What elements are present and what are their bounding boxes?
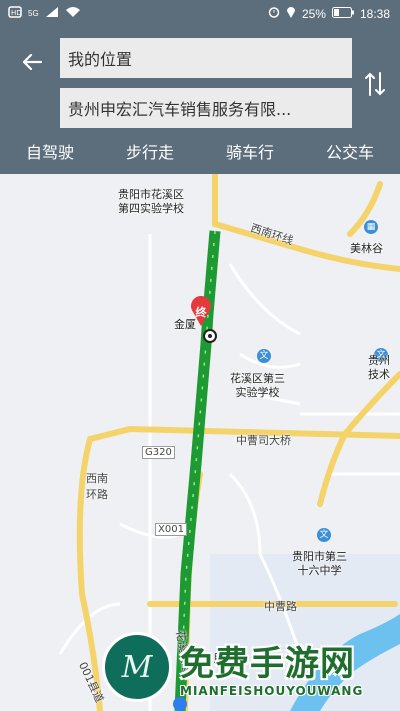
poi-meilingu: 美林谷: [350, 242, 383, 255]
location-icon: [286, 6, 296, 21]
swap-locations-button[interactable]: [360, 68, 390, 100]
destination-input[interactable]: 贵州申宏汇汽车销售服务有限...: [60, 88, 352, 128]
tab-driving[interactable]: 自驾驶: [0, 138, 100, 174]
tab-cycling[interactable]: 骑车行: [200, 138, 300, 174]
tab-walking[interactable]: 步行走: [100, 138, 200, 174]
clock: 18:38: [359, 6, 390, 21]
svg-text:HD: HD: [11, 9, 22, 17]
watermark-subtitle: MIANFEISHOUYOUWANG: [180, 684, 364, 698]
building-icon: ▦: [364, 220, 378, 234]
poi-jin-building: 金厦: [174, 318, 196, 331]
arrow-left-icon: [22, 53, 42, 71]
map-view[interactable]: 终 贵阳市花溪区 第四实验学校 ▦ 美林谷 金厦 文 花溪区第三 实验学校 文 …: [0, 174, 400, 711]
travel-mode-tabs: 自驾驶 步行走 骑车行 公交车: [0, 138, 400, 174]
poi-guizhou-tech: 贵州 技术: [368, 354, 390, 381]
wifi-icon: [65, 6, 81, 21]
network-type: 5G: [28, 9, 39, 18]
back-button[interactable]: [14, 46, 50, 78]
poi-school4: 贵阳市花溪区 第四实验学校: [118, 188, 184, 215]
road-label-g320: G320: [142, 446, 175, 459]
watermark-title: 免费手游网: [180, 644, 355, 684]
road-label-xinan-huanlu: 西南 环路: [86, 472, 108, 501]
map-canvas: [0, 174, 400, 711]
road-label-zhongcao-bridge: 中曹司大桥: [236, 434, 291, 447]
site-watermark: M 免费手游网 MIANFEISHOUYOUWANG: [102, 632, 392, 708]
school-icon: 文: [317, 528, 331, 542]
swap-icon: [365, 72, 385, 96]
watermark-logo: M: [102, 632, 172, 702]
signal-icon: [45, 6, 59, 21]
route-header: 我的位置 贵州申宏汇汽车销售服务有限... 自驾驶 步行走 骑车行 公交车: [0, 28, 400, 174]
alarm-icon: [268, 6, 280, 21]
svg-text:M: M: [121, 650, 154, 685]
sim-icon: HD: [8, 6, 22, 21]
poi-school36: 贵阳市第三 十六中学: [292, 550, 347, 577]
road-label-x001: X001: [155, 523, 187, 536]
start-location-input[interactable]: 我的位置: [60, 38, 352, 78]
road-label-zhongcao: 中曹路: [264, 600, 297, 613]
status-bar: HD 5G 25% 18:38: [0, 0, 400, 28]
battery-icon: [331, 6, 354, 21]
school-icon: 文: [257, 349, 271, 363]
battery-percent: 25%: [301, 6, 326, 21]
tab-transit[interactable]: 公交车: [300, 138, 400, 174]
poi-school3: 花溪区第三 实验学校: [230, 372, 285, 399]
